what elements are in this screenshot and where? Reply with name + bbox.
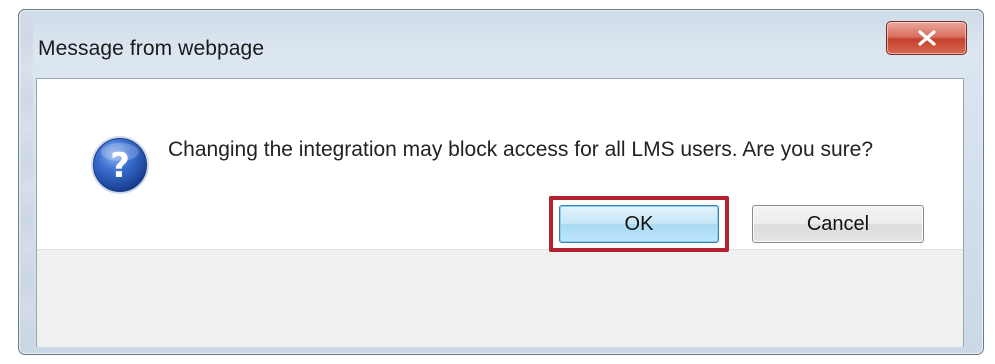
svg-text:?: ? <box>110 146 130 186</box>
close-x-icon <box>917 30 936 46</box>
button-bar <box>37 249 963 347</box>
ok-button[interactable]: OK <box>559 205 719 243</box>
message-text: Changing the integration may block acces… <box>168 138 874 161</box>
background-page-edge <box>21 12 33 352</box>
cancel-button[interactable]: Cancel <box>752 205 924 243</box>
dialog-window: Message from webpage ? Changing the inte… <box>18 9 984 355</box>
close-button[interactable] <box>886 21 967 55</box>
question-icon: ? <box>91 136 149 194</box>
dialog-title: Message from webpage <box>38 37 265 60</box>
